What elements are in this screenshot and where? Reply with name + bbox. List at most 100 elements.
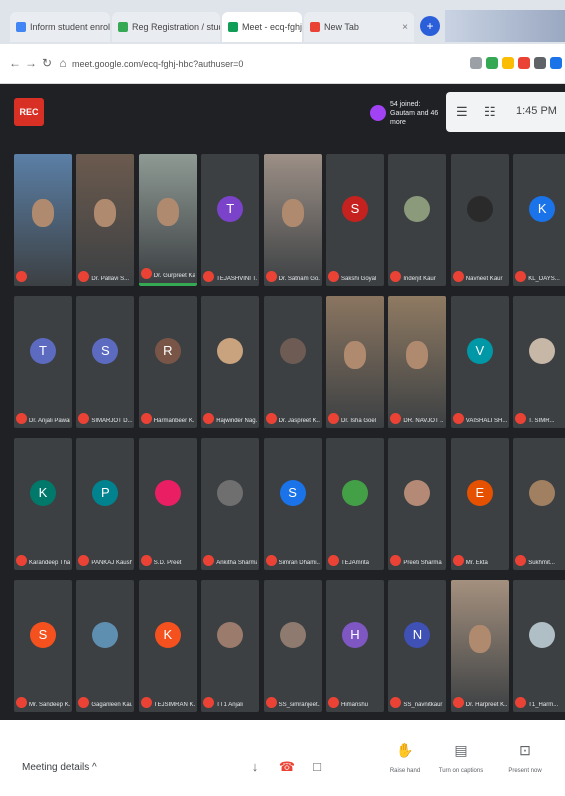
participant-video <box>138 154 197 283</box>
captions-button[interactable]: ▤ Turn on captions <box>436 742 486 774</box>
participant-avatar: H <box>342 622 368 649</box>
meet-top-right-controls: ☰ ☷ 1:45 PM <box>446 92 565 132</box>
browser-tab[interactable]: New Tab × <box>304 12 414 42</box>
back-arrow-icon[interactable]: ← <box>8 56 22 70</box>
forward-arrow-icon[interactable]: → <box>24 56 38 70</box>
participant-face <box>344 340 366 369</box>
present-button[interactable]: ⊡ Present now <box>500 742 550 774</box>
participant-name: SIMARJOT D... <box>91 418 133 424</box>
participant-face <box>468 624 491 653</box>
participant-name: T1_Harm... <box>528 702 559 708</box>
end-call-icon[interactable]: ☎ <box>276 756 298 778</box>
participant-tile[interactable]: K TEJSIMRAN K... <box>138 580 197 712</box>
participant-tile[interactable]: V VAISHALI SH... <box>450 296 509 428</box>
participant-name: Ankitha Sharma <box>216 560 258 566</box>
participant-tile[interactable]: T Dr. Anjali Pawar <box>14 296 72 428</box>
participant-avatar <box>279 622 306 649</box>
participant-name: Mr. Ekta <box>465 560 488 566</box>
chat-icon[interactable]: ☷ <box>484 104 496 120</box>
participant-tile[interactable]: H Himanshu <box>326 580 384 712</box>
profile-avatar-icon[interactable] <box>550 57 562 69</box>
participant-tile[interactable]: Dr. Jaspreet K... <box>263 296 322 428</box>
participant-tile[interactable]: Inderjit Kaur <box>388 154 447 286</box>
mic-muted-icon <box>515 555 527 566</box>
reload-icon[interactable]: ↻ <box>40 56 54 70</box>
tab-favicon-icon <box>310 22 320 32</box>
raise-hand-button[interactable]: ✋ Raise hand <box>380 742 430 774</box>
participant-tile[interactable]: K Karandeep Tha... <box>14 438 72 570</box>
browser-tab-bar: Inform student enrolment... × Reg Regist… <box>0 0 565 44</box>
browser-tab-active[interactable]: Meet - ecq-fghj-hbc × <box>222 12 302 42</box>
participant-tile[interactable]: T TEJASHVINI T... <box>201 154 260 286</box>
participant-tile[interactable]: Dr. Satnam Go... <box>263 154 322 286</box>
extension-icon[interactable] <box>518 57 530 69</box>
participant-avatar <box>466 196 493 223</box>
participant-tile[interactable]: Navneet Kaur <box>450 154 509 286</box>
participant-name: TEJSIMRAN K... <box>153 702 195 708</box>
participant-tile[interactable]: S.D. Preet <box>138 438 197 570</box>
participant-name: TEJAmrita <box>341 560 370 566</box>
participant-tile[interactable]: DR. NAVJOT ... <box>388 296 447 428</box>
extension-icon[interactable] <box>502 57 514 69</box>
joined-notification[interactable]: 54 joined: Gautam and 46 more <box>370 96 445 130</box>
participant-name: Rajwinder Nag... <box>216 418 258 424</box>
mic-muted-icon <box>265 555 277 566</box>
participant-tile[interactable]: S Mr. Sandeep K... <box>14 580 72 712</box>
new-tab-button[interactable]: + <box>420 16 440 36</box>
participant-tile[interactable]: TEJAmrita <box>326 438 384 570</box>
participant-tile[interactable]: E Mr. Ekta <box>450 438 509 570</box>
participant-name: Dr. Pallavi S... <box>91 276 130 282</box>
participant-tile[interactable]: Dr. Pallavi S... <box>76 154 135 286</box>
participant-video <box>14 154 72 286</box>
tab-label: Inform student enrolment... <box>30 22 110 32</box>
participant-face <box>32 198 54 227</box>
avatar <box>370 105 386 121</box>
mic-muted-icon <box>265 413 277 424</box>
mic-muted-icon <box>203 413 215 424</box>
participant-tile[interactable]: Dr. Isha Goel <box>326 296 384 428</box>
camera-icon[interactable]: □ <box>306 756 328 778</box>
mic-muted-icon <box>390 555 402 566</box>
participant-tile[interactable]: Preeti Sharma <box>388 438 447 570</box>
url-field[interactable]: meet.google.com/ecq-fghj-hbc?authuser=0 <box>72 54 402 74</box>
participant-tile[interactable]: Sukhmit... <box>513 438 565 570</box>
participant-tile[interactable]: TT1 Anjali <box>201 580 260 712</box>
participant-name: Sukhmit... <box>528 560 555 566</box>
microphone-icon[interactable]: ↓ <box>244 756 266 778</box>
participant-tile[interactable]: Gaganleen Kaur <box>76 580 135 712</box>
participant-face <box>406 340 429 369</box>
participant-tile[interactable]: Ankitha Sharma <box>201 438 260 570</box>
mic-muted-icon <box>515 271 527 282</box>
extension-icon[interactable] <box>486 57 498 69</box>
meet-stage: REC 54 joined: Gautam and 46 more ☰ ☷ 1:… <box>0 84 565 720</box>
meeting-details-button[interactable]: Meeting details ^ <box>22 762 97 773</box>
extension-icon[interactable] <box>470 57 482 69</box>
participant-tile[interactable]: SS_simranjeet... <box>263 580 322 712</box>
participant-tile[interactable]: N SS_navnitkaur K... <box>388 580 447 712</box>
participant-tile[interactable]: Dr. Harpreet K... <box>450 580 509 712</box>
close-tab-icon[interactable]: × <box>398 22 408 33</box>
participant-tile[interactable]: Rajwinder Nag... <box>201 296 260 428</box>
participant-tile[interactable]: K KL_DAYS... <box>513 154 565 286</box>
participant-video <box>76 154 135 286</box>
browser-tab[interactable]: Reg Registration / student con... × <box>112 12 220 42</box>
people-icon[interactable]: ☰ <box>456 104 468 120</box>
participant-tile[interactable] <box>14 154 72 286</box>
tab-label: New Tab <box>324 22 359 32</box>
participant-tile[interactable]: R Harmanbeer K... <box>138 296 197 428</box>
participant-tile[interactable]: T. SIMR... <box>513 296 565 428</box>
participant-tile[interactable]: S Simran Dhami... <box>263 438 322 570</box>
mic-muted-icon <box>203 555 215 566</box>
participant-tile[interactable]: S Sakshi Goyal <box>326 154 384 286</box>
participant-name: Dr. Satnam Go... <box>278 276 320 282</box>
participant-tile[interactable]: P PANKAJ Kaushal <box>76 438 135 570</box>
participant-tile[interactable]: T1_Harm... <box>513 580 565 712</box>
participant-name: Harmanbeer K... <box>153 418 195 424</box>
participant-name: Preeti Sharma <box>403 560 442 566</box>
mic-muted-icon <box>140 697 152 708</box>
extension-icon[interactable] <box>534 57 546 69</box>
participant-tile[interactable]: Dr. Gurpreet Kau... <box>138 154 197 286</box>
participant-tile[interactable]: S SIMARJOT D... <box>76 296 135 428</box>
browser-tab[interactable]: Inform student enrolment... × <box>10 12 110 42</box>
participant-avatar <box>92 622 119 649</box>
